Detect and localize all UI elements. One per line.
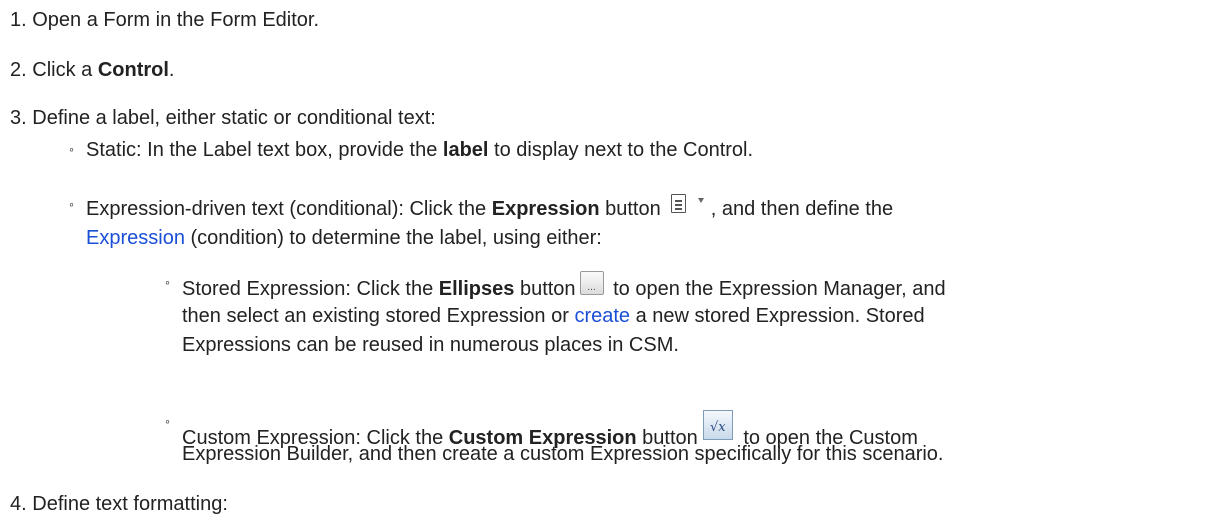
bullet-text: to open the Expression Manager, and: [607, 278, 946, 300]
ellipses-glyph: ...: [587, 282, 596, 293]
fx-glyph: √x: [709, 420, 726, 435]
bullet-stored-line2: then select an existing stored Expressio…: [182, 304, 925, 328]
bullet-marker: ◦: [165, 274, 170, 290]
bullet-text: , and then define the: [710, 198, 894, 220]
bullet-marker: ◦: [69, 196, 74, 212]
expression-button-icon: [665, 193, 709, 219]
bullet-text: then select an existing stored Expressio…: [182, 305, 575, 327]
step-number: 2.: [10, 59, 27, 81]
bullet-text: button: [599, 198, 661, 220]
step-text: Click a: [32, 59, 98, 81]
step-number: 3.: [10, 107, 27, 129]
step-3: 3. Define a label, either static or cond…: [10, 106, 436, 130]
step-number: 4.: [10, 493, 27, 515]
bullet-text: Expressions can be reused in numerous pl…: [182, 334, 679, 356]
step-bold-term: Control: [97, 59, 169, 81]
bullet-stored: Stored Expression: Click the Ellipses bu…: [182, 271, 946, 301]
dropdown-caret-icon: [697, 198, 704, 203]
bold-term: label: [442, 139, 489, 161]
bullet-expression: Expression-driven text (conditional): Cl…: [86, 193, 893, 221]
step-number: 1.: [10, 9, 27, 31]
step-text: Define text formatting:: [32, 493, 228, 515]
custom-expression-button-icon: √x: [702, 410, 733, 440]
bullet-text: Stored Expression: Click the: [182, 278, 439, 300]
bullet-marker: ◦: [165, 413, 170, 429]
bullet-text: (condition) to determine the label, usin…: [184, 227, 602, 249]
step-text: .: [168, 59, 175, 81]
expression-link[interactable]: Expression: [86, 227, 185, 249]
step-text: Open a Form in the Form Editor.: [32, 9, 320, 31]
document-icon: [670, 194, 686, 213]
bullet-expression-line2: Expression (condition) to determine the …: [86, 226, 602, 250]
bullet-text: a new stored Expression. Stored: [630, 305, 925, 327]
bullet-text: to display next to the Control.: [488, 139, 754, 161]
bold-term: Ellipses: [438, 278, 515, 300]
bullet-custom-line2: Expression Builder, and then create a cu…: [182, 442, 943, 466]
create-link[interactable]: create: [574, 305, 630, 327]
ellipses-button-icon: ...: [579, 271, 604, 295]
bullet-static: Static: In the Label text box, provide t…: [86, 138, 753, 162]
step-2: 2. Click a Control.: [10, 58, 174, 82]
bullet-text: button: [514, 278, 576, 300]
step-4: 4. Define text formatting:: [10, 492, 228, 516]
bullet-text: Expression Builder, and then create a cu…: [182, 443, 944, 465]
step-text: Define a label, either static or conditi…: [32, 107, 436, 129]
bullet-text: Static: In the Label text box, provide t…: [86, 139, 443, 161]
step-1: 1. Open a Form in the Form Editor.: [10, 8, 319, 32]
bold-term: Expression: [491, 198, 600, 220]
bullet-stored-line3: Expressions can be reused in numerous pl…: [182, 333, 679, 357]
bullet-marker: ◦: [69, 141, 74, 157]
bullet-text: Expression-driven text (conditional): Cl…: [86, 198, 492, 220]
